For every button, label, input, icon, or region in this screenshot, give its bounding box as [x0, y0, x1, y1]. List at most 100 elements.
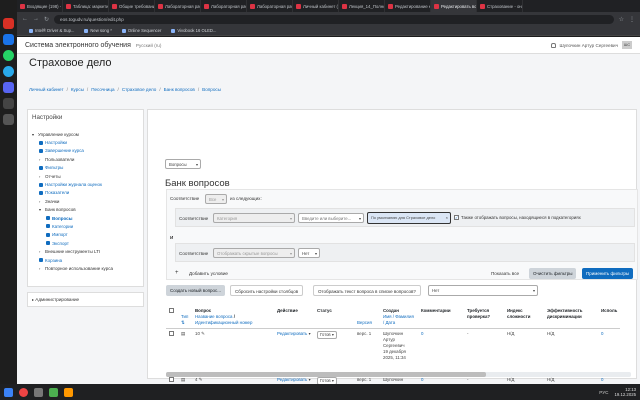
- telegram-icon[interactable]: [3, 66, 14, 77]
- match-select[interactable]: Все ▾: [205, 194, 227, 204]
- browser-tab[interactable]: Страхование - онл: [477, 0, 523, 12]
- status-select[interactable]: Готов ▾: [317, 377, 337, 384]
- category-search-input[interactable]: Введите или выберите... ▾: [298, 213, 364, 223]
- col-question[interactable]: Вопрос Название вопроса / Идентификационны…: [192, 306, 274, 329]
- language-indicator[interactable]: РУС: [599, 390, 608, 395]
- app-icon[interactable]: [49, 387, 58, 397]
- user-menu[interactable]: Шупочкин Артур Сергеевич ШС: [550, 41, 632, 49]
- browser-tab[interactable]: Лабораторная рабо: [201, 0, 247, 12]
- usage-link[interactable]: 0: [601, 377, 603, 382]
- sidebar-item[interactable]: ▾ Управление курсом: [32, 130, 139, 138]
- sidebar-item[interactable]: Настройки: [32, 138, 139, 146]
- bookmark-item[interactable]: Online Sequencer: [121, 28, 161, 33]
- row-checkbox[interactable]: [169, 331, 174, 336]
- browser-tab[interactable]: Лекция_14_Полное: [339, 0, 385, 12]
- show-all-link[interactable]: Показать все: [491, 271, 519, 276]
- sidebar-item[interactable]: Корзина: [32, 256, 139, 264]
- administration-link[interactable]: Администрирование: [35, 297, 79, 302]
- usage-link[interactable]: 0: [601, 331, 603, 336]
- browser-tab[interactable]: Личный кабинет (НС: [293, 0, 339, 12]
- edit-pencil-icon[interactable]: ✎: [201, 331, 205, 336]
- site-name[interactable]: Система электронного обучения: [25, 42, 131, 49]
- reset-columns-button[interactable]: Сбросить настройки столбцов: [230, 285, 304, 296]
- status-select[interactable]: Готов ▾: [317, 331, 337, 339]
- create-question-button[interactable]: Создать новый вопрос...: [166, 285, 226, 296]
- category-chip[interactable]: По умолчанию для Страховое дело ×: [367, 212, 451, 224]
- col-version[interactable]: Версия: [354, 306, 380, 329]
- sidebar-item[interactable]: › Повторное использование курса: [32, 264, 139, 272]
- browser-icon[interactable]: [19, 387, 28, 397]
- browser-tab[interactable]: Лабораторная рабо: [155, 0, 201, 12]
- col-needs-check[interactable]: Требуется проверка?: [464, 306, 504, 329]
- browser-tab[interactable]: Лабораторная рабо: [247, 0, 293, 12]
- comments-link[interactable]: 0: [421, 377, 423, 382]
- sidebar-item[interactable]: › Отчеты: [32, 172, 139, 180]
- start-icon[interactable]: [4, 387, 13, 397]
- reload-icon[interactable]: ↻: [44, 16, 49, 23]
- sidebar-item[interactable]: Вопросы: [32, 214, 139, 222]
- col-usage[interactable]: Исполь: [598, 306, 621, 329]
- sidebar-item[interactable]: ▾ Банк вопросов: [32, 206, 139, 214]
- col-comments[interactable]: Комментарии: [418, 306, 464, 329]
- col-difficulty[interactable]: Индекс сложности: [504, 306, 544, 329]
- breadcrumb-item[interactable]: Песочница: [91, 87, 114, 92]
- app-icon[interactable]: [3, 98, 14, 109]
- star-icon[interactable]: ☆: [619, 16, 624, 23]
- breadcrumb-item[interactable]: Вопросы: [202, 87, 221, 92]
- user-name[interactable]: Шупочкин Артур Сергеевич: [560, 43, 619, 48]
- whatsapp-icon[interactable]: [3, 50, 14, 61]
- comments-link[interactable]: 0: [421, 331, 423, 336]
- hidden-questions-select[interactable]: Нет ▾: [298, 248, 320, 258]
- browser-tab[interactable]: Входящие (198) - Эл: [17, 0, 63, 12]
- col-created-by[interactable]: Создан Имя / Фамилия / Дата: [380, 306, 418, 329]
- sidebar-item[interactable]: Экспорт: [32, 239, 139, 247]
- sidebar-item[interactable]: › Значки: [32, 197, 139, 205]
- add-condition-button[interactable]: Добавить условие: [189, 271, 228, 276]
- sidebar-item[interactable]: Завершение курса: [32, 147, 139, 155]
- condition-type-select[interactable]: Отображать скрытые вопросы ▾: [213, 248, 295, 258]
- scrollbar-thumb[interactable]: [166, 372, 486, 377]
- notifications-icon[interactable]: [550, 42, 556, 48]
- browser-tab[interactable]: Общие требования: [109, 0, 155, 12]
- sidebar-item[interactable]: Фильтры: [32, 164, 139, 172]
- condition-type-select[interactable]: Категория ▾: [213, 213, 295, 223]
- breadcrumb-item[interactable]: Курсы: [71, 87, 84, 92]
- language-menu[interactable]: Русский (ru): [136, 43, 161, 48]
- sidebar-item[interactable]: › Внешние инструменты LTI: [32, 247, 139, 255]
- row-checkbox[interactable]: [169, 377, 174, 382]
- sidebar-item[interactable]: Категории: [32, 222, 139, 230]
- app-icon[interactable]: [34, 387, 43, 397]
- edit-menu[interactable]: Редактировать: [277, 377, 307, 382]
- bookmark-item[interactable]: New song *: [84, 28, 112, 33]
- discord-icon[interactable]: [3, 82, 14, 93]
- avatar[interactable]: ШС: [622, 41, 632, 49]
- browser-tab[interactable]: Таблица: маркетин: [63, 0, 109, 12]
- sidebar-item[interactable]: Показатели: [32, 189, 139, 197]
- select-all-checkbox[interactable]: [169, 308, 174, 313]
- col-type[interactable]: Тип ⇅: [178, 306, 192, 329]
- clock[interactable]: 12:13 19.12.2025: [614, 387, 636, 397]
- breadcrumb-item[interactable]: Страховое дело: [122, 87, 156, 92]
- breadcrumb-item[interactable]: Банк вопросов: [164, 87, 195, 92]
- sidebar-item[interactable]: › Пользователи: [32, 155, 139, 163]
- browser-tab[interactable]: Редактировать вопрос: [431, 0, 477, 12]
- subcategories-checkbox[interactable]: ✓: [454, 215, 459, 220]
- forward-icon[interactable]: →: [33, 16, 39, 22]
- clear-filters-button[interactable]: Очистить фильтры: [529, 268, 577, 279]
- administration-block[interactable]: ▸ Администрирование: [27, 292, 144, 307]
- back-icon[interactable]: ←: [22, 16, 28, 22]
- show-text-select[interactable]: Нет ▾: [428, 285, 538, 296]
- app-icon[interactable]: [3, 18, 14, 29]
- edit-pencil-icon[interactable]: ✎: [199, 377, 203, 382]
- url-input[interactable]: eos.togudv.ru/question/edit.php: [54, 14, 614, 24]
- app-icon[interactable]: [3, 34, 14, 45]
- horizontal-scrollbar[interactable]: [166, 372, 631, 377]
- col-discrimination[interactable]: Эффективность дискриминации: [544, 306, 598, 329]
- edit-menu[interactable]: Редактировать: [277, 331, 307, 336]
- mode-select[interactable]: Вопросы ▾: [165, 159, 201, 169]
- bookmark-item[interactable]: Vivobook 16 OLED...: [171, 28, 216, 33]
- bookmark-item[interactable]: Intel® Driver & Sup...: [29, 28, 74, 33]
- sidebar-item[interactable]: Настройки журнала оценок: [32, 180, 139, 188]
- browser-tab[interactable]: Редактирование ку: [385, 0, 431, 12]
- apply-filters-button[interactable]: Применить фильтры: [582, 268, 634, 279]
